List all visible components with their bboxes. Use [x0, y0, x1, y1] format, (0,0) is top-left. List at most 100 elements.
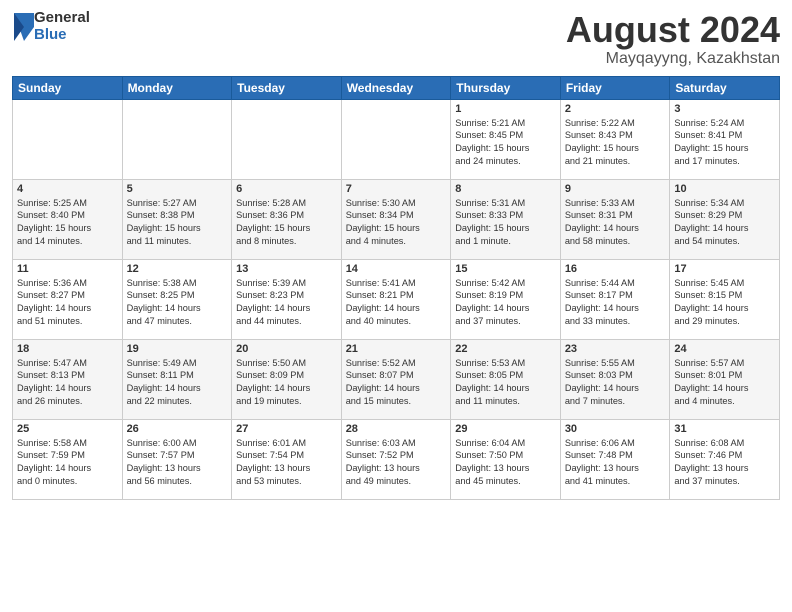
day-info: Sunrise: 5:33 AM Sunset: 8:31 PM Dayligh…: [565, 197, 666, 249]
calendar-cell: 26 Sunrise: 6:00 AM Sunset: 7:57 PM Dayli…: [122, 419, 232, 499]
calendar-cell: [122, 99, 232, 179]
day-info: Sunrise: 5:47 AM Sunset: 8:13 PM Dayligh…: [17, 357, 118, 409]
day-info: Sunrise: 5:57 AM Sunset: 8:01 PM Dayligh…: [674, 357, 775, 409]
day-info: Sunrise: 5:55 AM Sunset: 8:03 PM Dayligh…: [565, 357, 666, 409]
calendar-cell: [232, 99, 342, 179]
day-number: 11: [17, 263, 118, 275]
day-info: Sunrise: 5:25 AM Sunset: 8:40 PM Dayligh…: [17, 197, 118, 249]
day-info: Sunrise: 5:30 AM Sunset: 8:34 PM Dayligh…: [346, 197, 447, 249]
calendar-week-4: 18 Sunrise: 5:47 AM Sunset: 8:13 PM Dayli…: [13, 339, 780, 419]
calendar-cell: 5 Sunrise: 5:27 AM Sunset: 8:38 PM Daylig…: [122, 179, 232, 259]
day-info: Sunrise: 5:44 AM Sunset: 8:17 PM Dayligh…: [565, 277, 666, 329]
calendar-cell: 4 Sunrise: 5:25 AM Sunset: 8:40 PM Daylig…: [13, 179, 123, 259]
calendar-cell: 18 Sunrise: 5:47 AM Sunset: 8:13 PM Dayli…: [13, 339, 123, 419]
day-info: Sunrise: 6:00 AM Sunset: 7:57 PM Dayligh…: [127, 437, 228, 489]
day-info: Sunrise: 5:21 AM Sunset: 8:45 PM Dayligh…: [455, 117, 556, 169]
day-info: Sunrise: 5:34 AM Sunset: 8:29 PM Dayligh…: [674, 197, 775, 249]
day-number: 1: [455, 103, 556, 115]
day-number: 3: [674, 103, 775, 115]
day-number: 7: [346, 183, 447, 195]
day-info: Sunrise: 5:27 AM Sunset: 8:38 PM Dayligh…: [127, 197, 228, 249]
day-number: 12: [127, 263, 228, 275]
calendar-cell: 14Sunrise: 5:41 AM Sunset: 8:21 PM Dayli…: [341, 259, 451, 339]
calendar-cell: 12 Sunrise: 5:38 AM Sunset: 8:25 PM Dayli…: [122, 259, 232, 339]
day-number: 18: [17, 343, 118, 355]
calendar-cell: 20 Sunrise: 5:50 AM Sunset: 8:09 PM Dayli…: [232, 339, 342, 419]
logo-text: General Blue: [34, 10, 90, 43]
day-number: 15: [455, 263, 556, 275]
day-number: 23: [565, 343, 666, 355]
day-info: Sunrise: 5:38 AM Sunset: 8:25 PM Dayligh…: [127, 277, 228, 329]
calendar-cell: 19 Sunrise: 5:49 AM Sunset: 8:11 PM Dayli…: [122, 339, 232, 419]
calendar-cell: 23 Sunrise: 5:55 AM Sunset: 8:03 PM Dayli…: [560, 339, 670, 419]
calendar-week-3: 11 Sunrise: 5:36 AM Sunset: 8:27 PM Dayli…: [13, 259, 780, 339]
day-number: 8: [455, 183, 556, 195]
day-number: 24: [674, 343, 775, 355]
day-number: 20: [236, 343, 337, 355]
calendar-cell: 27Sunrise: 6:01 AM Sunset: 7:54 PM Dayli…: [232, 419, 342, 499]
calendar-cell: 1 Sunrise: 5:21 AM Sunset: 8:45 PM Daylig…: [451, 99, 561, 179]
day-info: Sunrise: 6:08 AM Sunset: 7:46 PM Dayligh…: [674, 437, 775, 489]
col-wednesday: Wednesday: [341, 76, 451, 99]
day-number: 16: [565, 263, 666, 275]
calendar-cell: 24 Sunrise: 5:57 AM Sunset: 8:01 PM Dayli…: [670, 339, 780, 419]
day-number: 10: [674, 183, 775, 195]
day-info: Sunrise: 5:45 AM Sunset: 8:15 PM Dayligh…: [674, 277, 775, 329]
day-info: Sunrise: 6:01 AM Sunset: 7:54 PM Dayligh…: [236, 437, 337, 489]
calendar-cell: 3Sunrise: 5:24 AM Sunset: 8:41 PM Daylig…: [670, 99, 780, 179]
day-info: Sunrise: 5:31 AM Sunset: 8:33 PM Dayligh…: [455, 197, 556, 249]
calendar-cell: 25Sunrise: 5:58 AM Sunset: 7:59 PM Dayli…: [13, 419, 123, 499]
day-number: 19: [127, 343, 228, 355]
day-number: 4: [17, 183, 118, 195]
day-number: 30: [565, 423, 666, 435]
day-number: 13: [236, 263, 337, 275]
calendar-cell: 13 Sunrise: 5:39 AM Sunset: 8:23 PM Dayli…: [232, 259, 342, 339]
calendar-cell: 15 Sunrise: 5:42 AM Sunset: 8:19 PM Dayli…: [451, 259, 561, 339]
day-info: Sunrise: 5:49 AM Sunset: 8:11 PM Dayligh…: [127, 357, 228, 409]
calendar-cell: 30 Sunrise: 6:06 AM Sunset: 7:48 PM Dayli…: [560, 419, 670, 499]
calendar-cell: 10 Sunrise: 5:34 AM Sunset: 8:29 PM Dayli…: [670, 179, 780, 259]
day-info: Sunrise: 5:39 AM Sunset: 8:23 PM Dayligh…: [236, 277, 337, 329]
page-container: General Blue August 2024 Mayqayyng, Kaza…: [0, 0, 792, 508]
col-tuesday: Tuesday: [232, 76, 342, 99]
calendar-week-1: 1 Sunrise: 5:21 AM Sunset: 8:45 PM Daylig…: [13, 99, 780, 179]
day-number: 26: [127, 423, 228, 435]
day-number: 29: [455, 423, 556, 435]
calendar-cell: 29 Sunrise: 6:04 AM Sunset: 7:50 PM Dayli…: [451, 419, 561, 499]
calendar-cell: 7 Sunrise: 5:30 AM Sunset: 8:34 PM Daylig…: [341, 179, 451, 259]
day-info: Sunrise: 5:22 AM Sunset: 8:43 PM Dayligh…: [565, 117, 666, 169]
calendar-cell: 11 Sunrise: 5:36 AM Sunset: 8:27 PM Dayli…: [13, 259, 123, 339]
day-info: Sunrise: 6:06 AM Sunset: 7:48 PM Dayligh…: [565, 437, 666, 489]
col-saturday: Saturday: [670, 76, 780, 99]
day-number: 6: [236, 183, 337, 195]
day-number: 25: [17, 423, 118, 435]
month-year-title: August 2024: [566, 10, 780, 50]
logo-icon: [14, 13, 34, 41]
day-info: Sunrise: 5:50 AM Sunset: 8:09 PM Dayligh…: [236, 357, 337, 409]
day-number: 17: [674, 263, 775, 275]
calendar-table: Sunday Monday Tuesday Wednesday Thursday…: [12, 76, 780, 500]
col-sunday: Sunday: [13, 76, 123, 99]
logo-general-text: General: [34, 10, 90, 27]
calendar-week-5: 25Sunrise: 5:58 AM Sunset: 7:59 PM Dayli…: [13, 419, 780, 499]
day-info: Sunrise: 5:28 AM Sunset: 8:36 PM Dayligh…: [236, 197, 337, 249]
day-number: 28: [346, 423, 447, 435]
col-thursday: Thursday: [451, 76, 561, 99]
col-monday: Monday: [122, 76, 232, 99]
day-number: 5: [127, 183, 228, 195]
day-number: 21: [346, 343, 447, 355]
day-number: 9: [565, 183, 666, 195]
calendar-cell: 2Sunrise: 5:22 AM Sunset: 8:43 PM Daylig…: [560, 99, 670, 179]
day-info: Sunrise: 6:03 AM Sunset: 7:52 PM Dayligh…: [346, 437, 447, 489]
day-info: Sunrise: 5:42 AM Sunset: 8:19 PM Dayligh…: [455, 277, 556, 329]
title-block: August 2024 Mayqayyng, Kazakhstan: [566, 10, 780, 68]
day-info: Sunrise: 6:04 AM Sunset: 7:50 PM Dayligh…: [455, 437, 556, 489]
day-info: Sunrise: 5:53 AM Sunset: 8:05 PM Dayligh…: [455, 357, 556, 409]
day-number: 14: [346, 263, 447, 275]
calendar-cell: 9 Sunrise: 5:33 AM Sunset: 8:31 PM Daylig…: [560, 179, 670, 259]
calendar-cell: 17 Sunrise: 5:45 AM Sunset: 8:15 PM Dayli…: [670, 259, 780, 339]
header: General Blue August 2024 Mayqayyng, Kaza…: [12, 10, 780, 68]
day-number: 31: [674, 423, 775, 435]
day-info: Sunrise: 5:36 AM Sunset: 8:27 PM Dayligh…: [17, 277, 118, 329]
calendar-cell: 8 Sunrise: 5:31 AM Sunset: 8:33 PM Daylig…: [451, 179, 561, 259]
